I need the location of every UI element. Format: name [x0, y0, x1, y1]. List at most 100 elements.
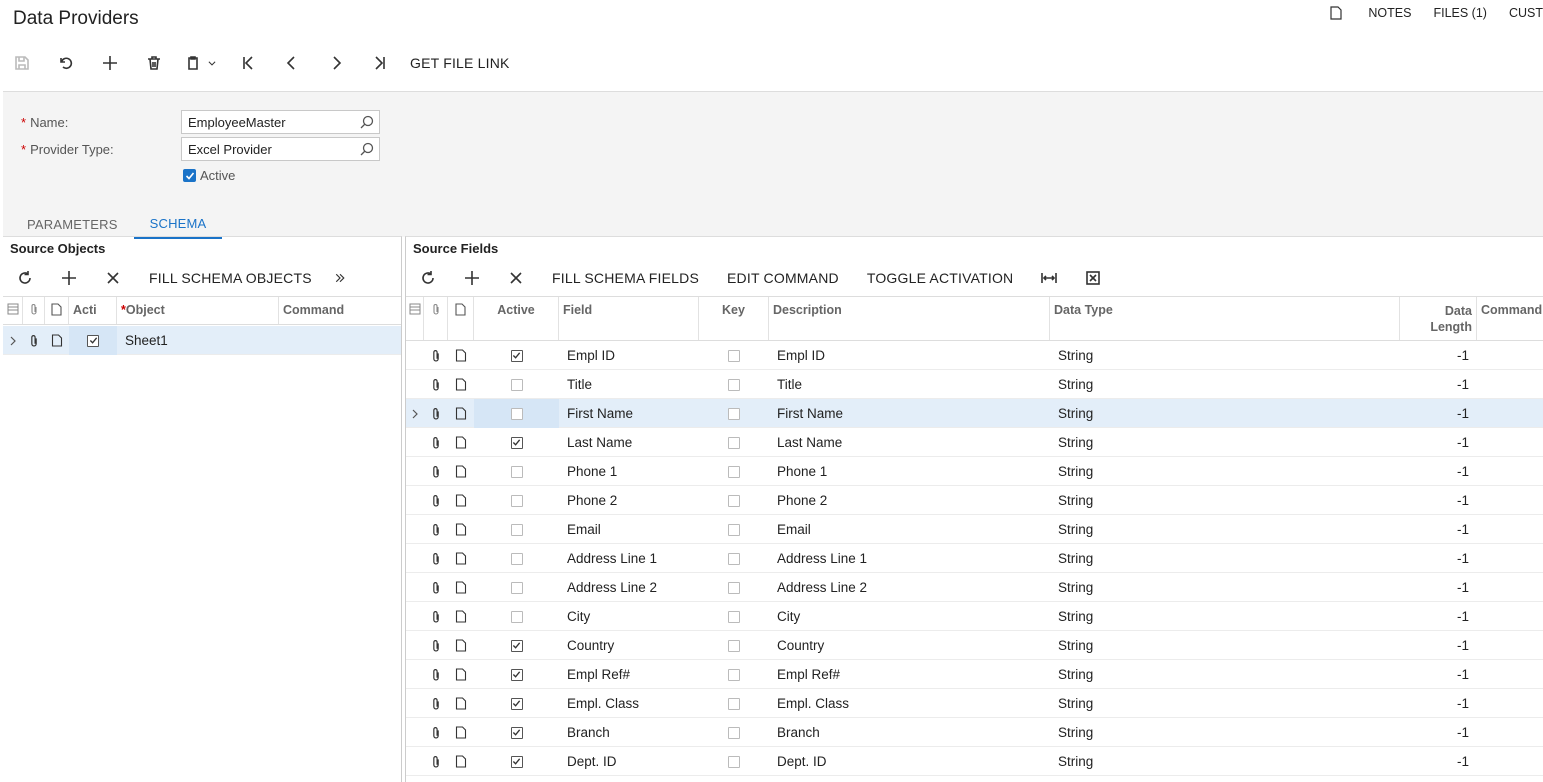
- field-cell[interactable]: Branch: [559, 718, 699, 747]
- note-icon[interactable]: [448, 689, 474, 718]
- data-type-cell[interactable]: String: [1050, 428, 1400, 457]
- note-icon[interactable]: [448, 428, 474, 457]
- table-row[interactable]: Email Email String -1: [406, 515, 1543, 544]
- data-length-cell[interactable]: -1: [1400, 602, 1477, 631]
- field-cell[interactable]: Empl. Class: [559, 689, 699, 718]
- data-length-cell[interactable]: -1: [1400, 486, 1477, 515]
- attachment-icon[interactable]: [424, 660, 448, 689]
- data-type-cell[interactable]: String: [1050, 544, 1400, 573]
- row-key-checkbox[interactable]: [699, 370, 769, 399]
- data-type-cell[interactable]: String: [1050, 486, 1400, 515]
- attachment-icon[interactable]: [424, 457, 448, 486]
- row-key-checkbox[interactable]: [699, 573, 769, 602]
- row-active-checkbox[interactable]: [474, 486, 559, 515]
- attachment-icon[interactable]: [424, 399, 448, 428]
- data-length-cell[interactable]: -1: [1400, 457, 1477, 486]
- row-active-checkbox[interactable]: [474, 515, 559, 544]
- attachment-icon[interactable]: [424, 341, 448, 370]
- copy-paste-button[interactable]: [176, 44, 226, 82]
- command-cell[interactable]: [1477, 718, 1543, 747]
- row-active-checkbox[interactable]: [474, 631, 559, 660]
- command-column-header[interactable]: Command: [1477, 297, 1543, 340]
- table-row[interactable]: Title Title String -1: [406, 370, 1543, 399]
- column-settings-icon[interactable]: [3, 297, 23, 324]
- tab-parameters[interactable]: PARAMETERS: [11, 211, 134, 237]
- refresh-button[interactable]: [406, 263, 450, 293]
- data-length-cell[interactable]: -1: [1400, 747, 1477, 776]
- note-icon[interactable]: [448, 747, 474, 776]
- delete-row-button[interactable]: [91, 263, 135, 293]
- row-active-checkbox[interactable]: [474, 428, 559, 457]
- name-selector[interactable]: EmployeeMaster: [181, 110, 380, 134]
- field-cell[interactable]: Address Line 1: [559, 544, 699, 573]
- edit-command-button[interactable]: EDIT COMMAND: [713, 270, 853, 286]
- table-row[interactable]: Country Country String -1: [406, 631, 1543, 660]
- description-cell[interactable]: Address Line 2: [769, 573, 1050, 602]
- row-key-checkbox[interactable]: [699, 660, 769, 689]
- note-icon[interactable]: [448, 341, 474, 370]
- note-icon[interactable]: [448, 573, 474, 602]
- field-cell[interactable]: City: [559, 602, 699, 631]
- field-cell[interactable]: Phone 2: [559, 486, 699, 515]
- attachment-icon[interactable]: [424, 747, 448, 776]
- row-key-checkbox[interactable]: [699, 602, 769, 631]
- row-active-checkbox[interactable]: [474, 370, 559, 399]
- attachment-icon[interactable]: [424, 515, 448, 544]
- description-cell[interactable]: Phone 1: [769, 457, 1050, 486]
- row-active-checkbox[interactable]: [474, 399, 559, 428]
- command-cell[interactable]: [1477, 660, 1543, 689]
- provider-type-selector[interactable]: Excel Provider: [181, 137, 380, 161]
- note-icon[interactable]: [448, 457, 474, 486]
- data-length-cell[interactable]: -1: [1400, 370, 1477, 399]
- row-active-checkbox[interactable]: [474, 573, 559, 602]
- command-cell[interactable]: [1477, 573, 1543, 602]
- active-column-header[interactable]: Active: [474, 297, 559, 340]
- description-cell[interactable]: First Name: [769, 399, 1050, 428]
- description-cell[interactable]: Country: [769, 631, 1050, 660]
- data-type-cell[interactable]: String: [1050, 399, 1400, 428]
- field-cell[interactable]: Phone 1: [559, 457, 699, 486]
- description-cell[interactable]: Empl Ref#: [769, 660, 1050, 689]
- more-actions-button[interactable]: [326, 263, 354, 293]
- data-length-cell[interactable]: -1: [1400, 631, 1477, 660]
- command-cell[interactable]: [1477, 341, 1543, 370]
- description-cell[interactable]: Title: [769, 370, 1050, 399]
- row-active-checkbox[interactable]: [474, 602, 559, 631]
- save-button[interactable]: [0, 44, 44, 82]
- row-key-checkbox[interactable]: [699, 399, 769, 428]
- table-row[interactable]: First Name First Name String -1: [406, 399, 1543, 428]
- attachment-icon[interactable]: [424, 602, 448, 631]
- data-type-cell[interactable]: String: [1050, 341, 1400, 370]
- files-link[interactable]: FILES (1): [1433, 6, 1487, 20]
- row-active-checkbox[interactable]: [474, 457, 559, 486]
- description-cell[interactable]: Branch: [769, 718, 1050, 747]
- command-cell[interactable]: [1477, 399, 1543, 428]
- attachment-icon[interactable]: [424, 486, 448, 515]
- command-cell[interactable]: [1477, 631, 1543, 660]
- refresh-button[interactable]: [3, 263, 47, 293]
- field-cell[interactable]: Address Line 2: [559, 573, 699, 602]
- data-type-cell[interactable]: String: [1050, 718, 1400, 747]
- row-expand-icon[interactable]: [406, 399, 424, 428]
- data-length-cell[interactable]: -1: [1400, 399, 1477, 428]
- cancel-button[interactable]: [44, 44, 88, 82]
- row-key-checkbox[interactable]: [699, 457, 769, 486]
- row-key-checkbox[interactable]: [699, 428, 769, 457]
- data-type-cell[interactable]: String: [1050, 747, 1400, 776]
- data-type-cell[interactable]: String: [1050, 602, 1400, 631]
- object-cell[interactable]: Sheet1: [117, 326, 279, 355]
- attachment-icon[interactable]: [424, 718, 448, 747]
- description-cell[interactable]: Dept. ID: [769, 747, 1050, 776]
- fit-columns-button[interactable]: [1027, 263, 1071, 293]
- description-cell[interactable]: Address Line 1: [769, 544, 1050, 573]
- row-expand-icon[interactable]: [3, 326, 23, 355]
- field-cell[interactable]: Last Name: [559, 428, 699, 457]
- field-cell[interactable]: Email: [559, 515, 699, 544]
- field-cell[interactable]: Country: [559, 631, 699, 660]
- data-length-cell[interactable]: -1: [1400, 515, 1477, 544]
- description-column-header[interactable]: Description: [769, 297, 1050, 340]
- data-type-column-header[interactable]: Data Type: [1050, 297, 1400, 340]
- table-row[interactable]: Empl. Class Empl. Class String -1: [406, 689, 1543, 718]
- first-record-button[interactable]: [226, 44, 270, 82]
- command-cell[interactable]: [1477, 457, 1543, 486]
